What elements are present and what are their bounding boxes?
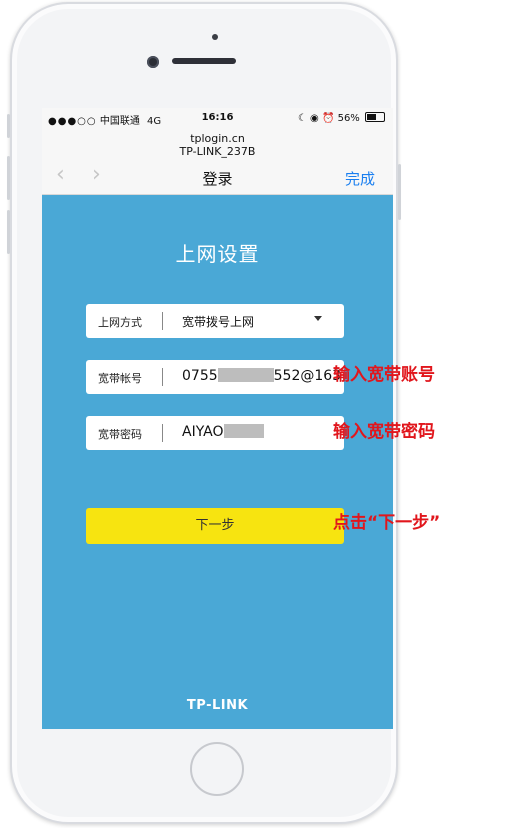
- redaction-mask: [217, 368, 274, 382]
- mute-switch: [7, 114, 10, 138]
- field-divider: [162, 312, 163, 330]
- dropdown-caret-icon: [314, 316, 322, 321]
- battery-percent: 56%: [337, 113, 360, 124]
- account-value-end: 552@163: [273, 368, 342, 384]
- password-value-start: AIYAO: [182, 424, 224, 440]
- proximity-sensor: [212, 34, 218, 40]
- moon-icon: ☾: [297, 113, 307, 124]
- account-label: 宽带帐号: [98, 372, 142, 385]
- field-divider: [162, 424, 163, 442]
- site-name: TP-LINK_237B: [179, 145, 256, 158]
- account-input[interactable]: 宽带帐号 0755 552@163: [86, 360, 344, 394]
- connection-type-select[interactable]: 上网方式 宽带拨号上网: [86, 304, 344, 338]
- password-label: 宽带密码: [98, 428, 142, 441]
- page-title: 上网设置: [175, 242, 260, 266]
- field-divider: [162, 368, 163, 386]
- status-right: ☾ ◉ ⏰ 56%: [298, 112, 385, 124]
- battery-icon: [365, 112, 385, 122]
- annotation-next: 点击“下一步”: [333, 513, 441, 533]
- annotation-password: 输入宽带密码: [333, 422, 435, 442]
- account-value-start: 0755: [182, 368, 218, 384]
- power-button: [398, 164, 401, 220]
- phone-frame: ●●●○○ 中国联通 4G 16:16 ☾ ◉ ⏰ 56% tplogin.cn…: [7, 2, 401, 824]
- page-header-title: 登录: [202, 170, 233, 188]
- location-icon: ◉: [310, 113, 319, 124]
- connection-type-label: 上网方式: [98, 316, 142, 329]
- earpiece-speaker: [172, 58, 236, 64]
- next-step-button[interactable]: 下一步: [86, 508, 344, 544]
- browser-header: tplogin.cn TP-LINK_237B ‹ › 登录 完成: [42, 128, 393, 195]
- volume-up-button: [7, 156, 10, 200]
- annotation-account: 输入宽带账号: [333, 365, 435, 385]
- done-button[interactable]: 完成: [345, 168, 375, 189]
- status-bar: ●●●○○ 中国联通 4G 16:16 ☾ ◉ ⏰ 56%: [42, 108, 393, 128]
- password-value: AIYAO: [182, 424, 264, 440]
- connection-type-value: 宽带拨号上网: [182, 315, 255, 329]
- front-camera: [147, 56, 159, 68]
- home-button[interactable]: [190, 742, 244, 796]
- account-value: 0755 552@163: [182, 368, 341, 384]
- tp-link-logo: TP-LINK: [186, 698, 249, 713]
- redaction-mask: [223, 424, 264, 438]
- volume-down-button: [7, 210, 10, 254]
- alarm-icon: ⏰: [321, 113, 335, 124]
- password-input[interactable]: 宽带密码 AIYAO: [86, 416, 344, 450]
- url-bar[interactable]: tplogin.cn: [42, 132, 393, 145]
